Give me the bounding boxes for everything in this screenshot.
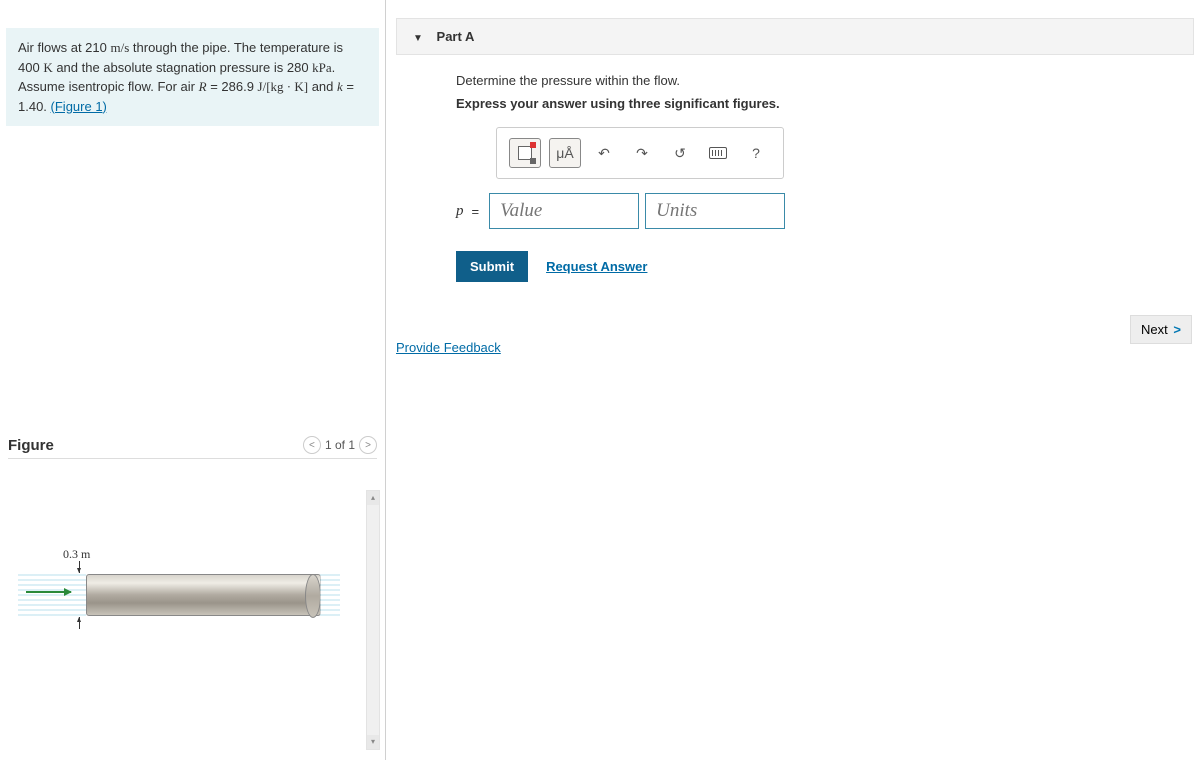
template-tool-button[interactable] bbox=[509, 138, 541, 168]
equals-sign: = bbox=[472, 204, 480, 219]
figure-prev-button[interactable]: < bbox=[303, 436, 321, 454]
redo-button[interactable]: ↷ bbox=[627, 138, 657, 168]
keyboard-icon bbox=[709, 147, 727, 159]
figure-page-label: 1 of 1 bbox=[325, 438, 355, 452]
problem-statement: Air flows at 210 m/s through the pipe. T… bbox=[6, 28, 379, 126]
scroll-down-icon[interactable]: ▾ bbox=[367, 735, 379, 749]
instruction-1: Determine the pressure within the flow. bbox=[456, 73, 1200, 88]
keyboard-button[interactable] bbox=[703, 138, 733, 168]
units-input[interactable] bbox=[645, 193, 785, 229]
figure-title: Figure bbox=[8, 437, 54, 454]
scroll-up-icon[interactable]: ▴ bbox=[367, 491, 379, 505]
pipe-graphic bbox=[86, 574, 321, 616]
part-title: Part A bbox=[437, 29, 475, 44]
flow-arrow-icon bbox=[26, 591, 71, 593]
special-char-button[interactable]: μÅ bbox=[549, 138, 581, 168]
instruction-2: Express your answer using three signific… bbox=[456, 96, 1200, 111]
dimension-label: 0.3 m bbox=[63, 547, 90, 562]
figure-pager: < 1 of 1 > bbox=[303, 436, 377, 454]
figure-image: 0.3 m bbox=[8, 519, 377, 699]
request-answer-link[interactable]: Request Answer bbox=[546, 259, 647, 274]
answer-variable: p bbox=[456, 203, 464, 220]
value-input[interactable] bbox=[489, 193, 639, 229]
reset-button[interactable]: ↺ bbox=[665, 138, 695, 168]
figure-next-button[interactable]: > bbox=[359, 436, 377, 454]
help-button[interactable]: ? bbox=[741, 138, 771, 168]
next-button[interactable]: Next > bbox=[1130, 315, 1192, 344]
chevron-right-icon: > bbox=[1170, 322, 1181, 337]
provide-feedback-link[interactable]: Provide Feedback bbox=[396, 340, 501, 355]
figure-scrollbar[interactable]: ▴ ▾ bbox=[366, 490, 380, 750]
collapse-caret-icon: ▼ bbox=[413, 33, 423, 44]
undo-button[interactable]: ↶ bbox=[589, 138, 619, 168]
formula-toolbar: μÅ ↶ ↷ ↺ ? bbox=[496, 127, 784, 179]
submit-button[interactable]: Submit bbox=[456, 251, 528, 282]
figure-link[interactable]: (Figure 1) bbox=[51, 99, 107, 114]
part-header[interactable]: ▼ Part A bbox=[396, 18, 1194, 55]
